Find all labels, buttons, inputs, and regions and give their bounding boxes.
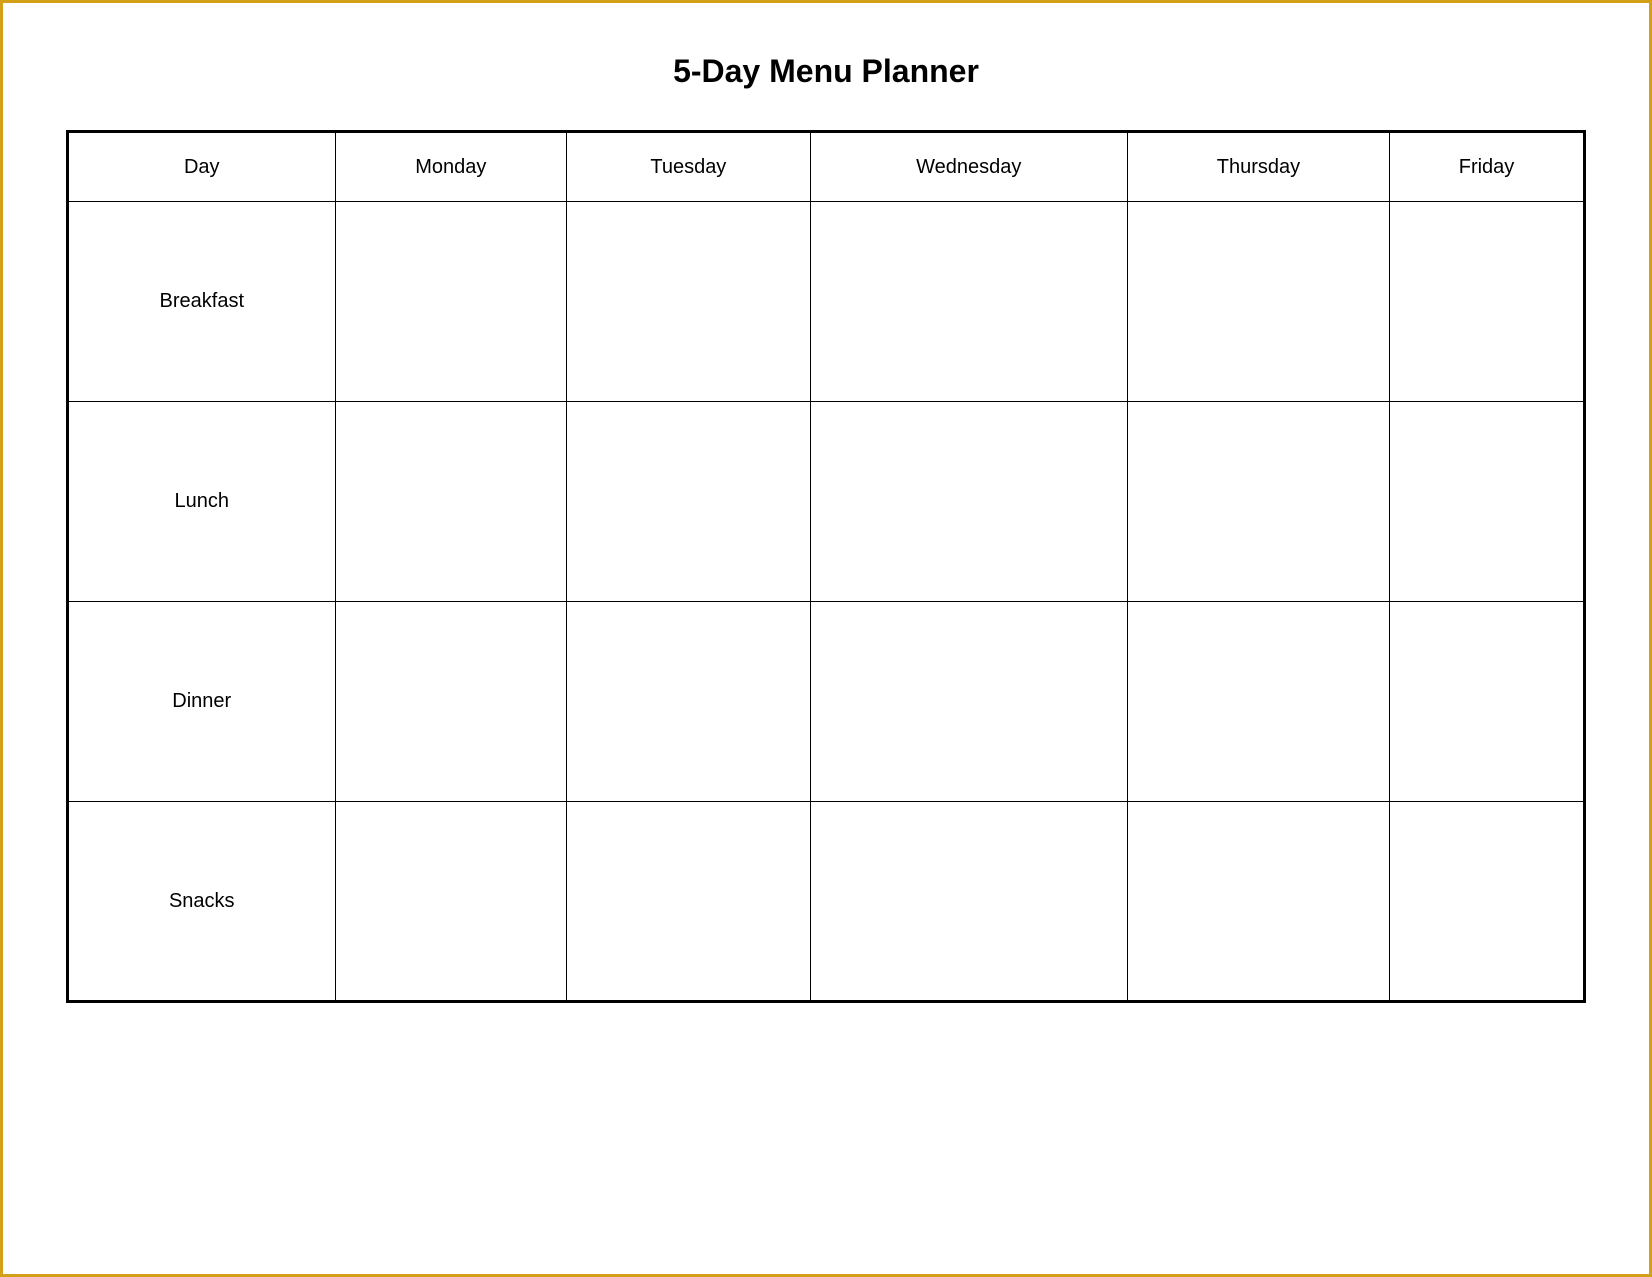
- row-lunch: Lunch: [68, 402, 1585, 602]
- cell-snacks-wednesday[interactable]: [810, 802, 1127, 1002]
- cell-breakfast-thursday[interactable]: [1127, 202, 1389, 402]
- header-row: Day Monday Tuesday Wednesday Thursday Fr…: [68, 132, 1585, 202]
- cell-dinner-wednesday[interactable]: [810, 602, 1127, 802]
- cell-dinner-thursday[interactable]: [1127, 602, 1389, 802]
- header-friday: Friday: [1390, 132, 1585, 202]
- page-container: 5-Day Menu Planner Day Monday Tuesday We…: [26, 23, 1626, 1033]
- cell-snacks-thursday[interactable]: [1127, 802, 1389, 1002]
- cell-lunch-monday[interactable]: [335, 402, 567, 602]
- meal-label-snacks: Snacks: [68, 802, 336, 1002]
- cell-lunch-thursday[interactable]: [1127, 402, 1389, 602]
- cell-breakfast-monday[interactable]: [335, 202, 567, 402]
- header-tuesday: Tuesday: [567, 132, 811, 202]
- cell-breakfast-tuesday[interactable]: [567, 202, 811, 402]
- page-title: 5-Day Menu Planner: [66, 53, 1586, 90]
- header-day: Day: [68, 132, 336, 202]
- cell-snacks-tuesday[interactable]: [567, 802, 811, 1002]
- cell-breakfast-wednesday[interactable]: [810, 202, 1127, 402]
- header-thursday: Thursday: [1127, 132, 1389, 202]
- meal-label-dinner: Dinner: [68, 602, 336, 802]
- row-snacks: Snacks: [68, 802, 1585, 1002]
- cell-lunch-friday[interactable]: [1390, 402, 1585, 602]
- meal-label-lunch: Lunch: [68, 402, 336, 602]
- cell-dinner-monday[interactable]: [335, 602, 567, 802]
- row-dinner: Dinner: [68, 602, 1585, 802]
- meal-label-breakfast: Breakfast: [68, 202, 336, 402]
- cell-breakfast-friday[interactable]: [1390, 202, 1585, 402]
- planner-table: Day Monday Tuesday Wednesday Thursday Fr…: [66, 130, 1586, 1003]
- cell-dinner-friday[interactable]: [1390, 602, 1585, 802]
- row-breakfast: Breakfast: [68, 202, 1585, 402]
- cell-lunch-wednesday[interactable]: [810, 402, 1127, 602]
- cell-snacks-friday[interactable]: [1390, 802, 1585, 1002]
- cell-lunch-tuesday[interactable]: [567, 402, 811, 602]
- cell-dinner-tuesday[interactable]: [567, 602, 811, 802]
- header-wednesday: Wednesday: [810, 132, 1127, 202]
- cell-snacks-monday[interactable]: [335, 802, 567, 1002]
- header-monday: Monday: [335, 132, 567, 202]
